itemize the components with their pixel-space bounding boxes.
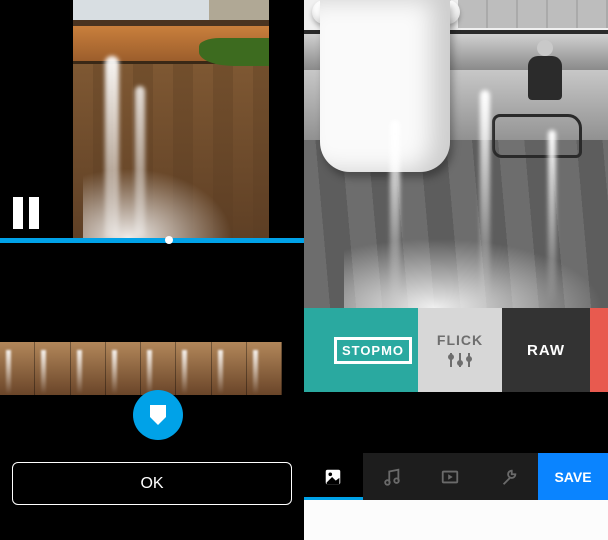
music-icon [382,467,402,487]
chair [482,78,592,168]
filmstrip-frame[interactable] [141,342,176,395]
filter-next-peek[interactable] [590,308,608,392]
filmstrip-frame[interactable] [106,342,141,395]
wrench-icon [499,467,519,487]
tab-tools[interactable] [480,453,539,500]
marker-button[interactable] [133,390,183,440]
video-preview-area [0,0,304,248]
shield-down-icon [148,404,168,426]
planter [320,0,450,172]
right-footer [304,500,608,540]
filmstrip-frame[interactable] [176,342,211,395]
ok-button[interactable]: OK [12,462,292,505]
tab-music[interactable] [363,453,422,500]
video-preview[interactable] [73,0,269,238]
filmstrip-frame[interactable] [71,342,106,395]
filmstrip-frame[interactable] [247,342,282,395]
tab-video[interactable] [421,453,480,500]
filter-raw[interactable]: RAW [502,308,590,392]
filter-stopmo[interactable]: STOPMO [328,308,418,392]
play-frame-icon [440,467,460,487]
save-label: SAVE [554,469,591,485]
filter-carousel[interactable]: STOPMO FLICK RAW [304,308,608,392]
ok-label: OK [140,475,163,493]
filmstrip-frame[interactable] [0,342,35,395]
filmstrip-frame[interactable] [35,342,70,395]
filter-stopmo-label: STOPMO [334,337,412,364]
editor-left-pane: OK [0,0,304,540]
filmstrip[interactable] [0,342,282,395]
styles-icon [323,467,343,487]
left-footer [0,512,304,540]
editor-right-pane: STOPMO FLICK RAW [304,0,608,540]
timeline[interactable] [0,238,304,243]
timeline-playhead[interactable] [165,236,173,244]
filter-flick-label: FLICK [437,332,483,348]
pause-button[interactable] [8,195,44,231]
filtered-preview[interactable] [304,0,608,308]
sliders-icon [447,352,473,368]
save-button[interactable]: SAVE [538,453,608,500]
filmstrip-frame[interactable] [212,342,247,395]
bottom-toolbar: SAVE [304,453,608,500]
filter-prev-peek[interactable] [304,308,328,392]
filter-raw-label: RAW [527,342,565,359]
filter-flick[interactable]: FLICK [418,308,502,392]
tab-styles[interactable] [304,453,363,500]
